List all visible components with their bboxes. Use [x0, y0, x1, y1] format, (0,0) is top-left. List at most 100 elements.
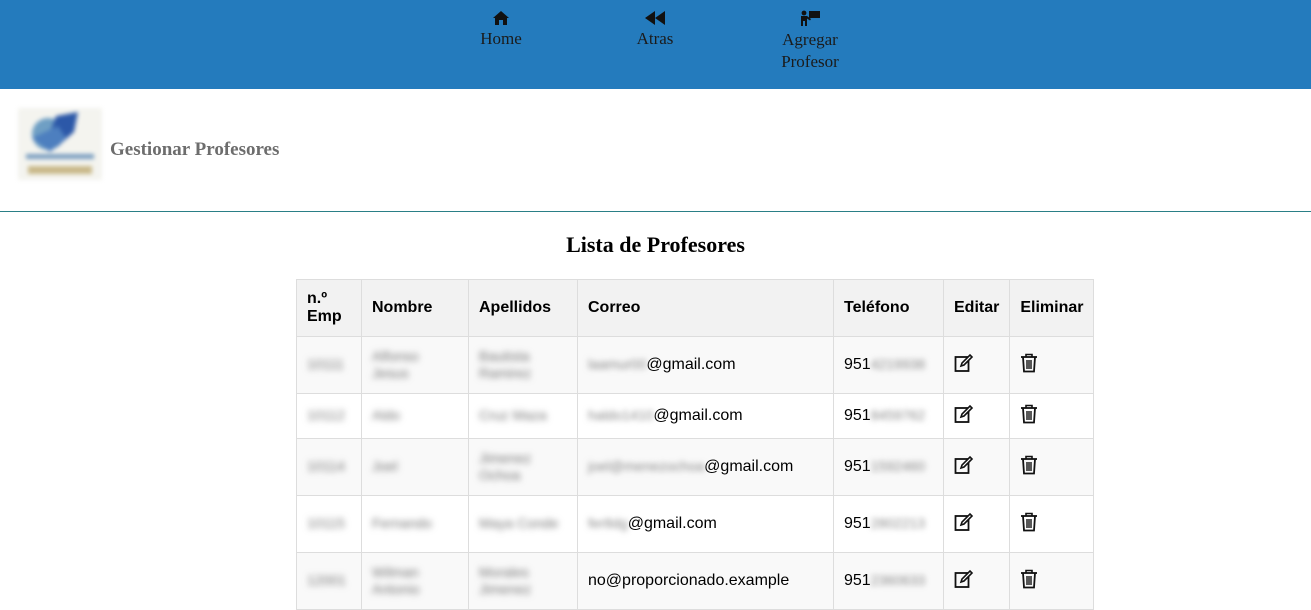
cell-emp: 10114 — [296, 438, 362, 496]
nombre-value: Wilman Antonio — [372, 563, 420, 597]
nav-home-link[interactable]: Home — [441, 10, 561, 50]
emp-value: 10111 — [307, 356, 344, 372]
edit-button[interactable] — [954, 455, 974, 475]
emp-value: 10114 — [307, 458, 345, 474]
cell-telefono: 9512802213 — [833, 495, 944, 553]
delete-button[interactable] — [1020, 404, 1038, 424]
cell-nombre: Aldo — [361, 393, 469, 439]
cell-emp: 10112 — [296, 393, 362, 439]
edit-icon — [954, 353, 974, 372]
column-header-correo: Correo — [577, 279, 834, 337]
delete-button[interactable] — [1020, 353, 1038, 373]
correo-domain: @gmail.com — [653, 407, 743, 424]
apellidos-value: Maya Conde — [479, 515, 559, 531]
correo-domain: @gmail.com — [704, 458, 794, 475]
telefono-prefix: 951 — [844, 515, 871, 532]
page-header: Gestionar Profesores — [0, 89, 1311, 212]
column-header-apellidos: Apellidos — [468, 279, 578, 337]
cell-correo: laamur00@gmail.com — [577, 336, 834, 394]
cell-eliminar — [1009, 438, 1095, 496]
cell-eliminar — [1009, 495, 1095, 553]
emp-value: 12001 — [307, 572, 346, 588]
cell-editar — [942, 393, 1011, 439]
correo-user: joel@menezochoa — [588, 458, 705, 474]
teacher-board-icon — [801, 10, 820, 26]
apellidos-value: Bautista Ramirez — [479, 347, 532, 381]
emp-value: 10112 — [307, 407, 345, 423]
cell-editar — [942, 552, 1011, 610]
edit-icon — [954, 569, 974, 588]
trash-icon — [1021, 569, 1038, 588]
correo-domain: @gmail.com — [627, 515, 717, 532]
column-header-telefono: Teléfono — [833, 279, 944, 337]
nombre-value: Aldo — [372, 407, 401, 423]
telefono-rest: 8459762 — [870, 407, 926, 423]
nombre-value: Joel — [372, 458, 398, 474]
correo-user: fer8dg — [588, 515, 628, 531]
edit-button[interactable] — [954, 404, 974, 424]
correo-domain: no@proporcionado.example — [588, 572, 790, 589]
cell-nombre: Alfonso Jesus — [361, 336, 469, 394]
edit-button[interactable] — [954, 569, 974, 589]
cell-apellidos: Maya Conde — [468, 495, 578, 553]
cell-emp: 12001 — [296, 552, 362, 610]
table-row: 10111 Alfonso Jesus Bautista Ramirez laa… — [296, 336, 1095, 394]
teachers-table: n.º Emp Nombre Apellidos Correo Teléfono… — [296, 279, 1095, 610]
telefono-prefix: 951 — [844, 572, 871, 589]
emp-value: 10115 — [307, 515, 345, 531]
cell-telefono: 9514219938 — [833, 336, 944, 394]
cell-nombre: Joel — [361, 438, 469, 496]
delete-button[interactable] — [1020, 512, 1038, 532]
cell-apellidos: Morales Jimenez — [468, 552, 578, 610]
trash-icon — [1021, 404, 1038, 423]
table-row: 10114 Joel Jimenez Ochoa joel@menezochoa… — [296, 438, 1095, 496]
edit-icon — [954, 404, 974, 423]
cell-correo: fer8dg@gmail.com — [577, 495, 834, 553]
apellidos-value: Morales Jimenez — [479, 563, 532, 597]
telefono-prefix: 951 — [844, 356, 871, 373]
apellidos-value: Jimenez Ochoa — [479, 449, 532, 483]
correo-user: haldo1410 — [588, 407, 654, 423]
cell-nombre: Fernando — [361, 495, 469, 553]
nav-back-link[interactable]: Atras — [595, 10, 715, 50]
cell-telefono: 9518459762 — [833, 393, 944, 439]
cell-apellidos: Bautista Ramirez — [468, 336, 578, 394]
edit-icon — [954, 512, 974, 531]
top-navigation-bar: Home Atras Agregar Profesor — [0, 0, 1311, 89]
edit-button[interactable] — [954, 353, 974, 373]
cell-correo: no@proporcionado.example — [577, 552, 834, 610]
trash-icon — [1021, 353, 1038, 372]
cell-telefono: 9512360633 — [833, 552, 944, 610]
edit-button[interactable] — [954, 512, 974, 532]
cell-eliminar — [1009, 552, 1095, 610]
cell-nombre: Wilman Antonio — [361, 552, 469, 610]
edit-icon — [954, 455, 974, 474]
delete-button[interactable] — [1020, 455, 1038, 475]
cell-correo: haldo1410@gmail.com — [577, 393, 834, 439]
nav-add-label-line2: Profesor — [781, 52, 839, 71]
cell-apellidos: Cruz Maza — [468, 393, 578, 439]
column-header-emp: n.º Emp — [296, 279, 362, 337]
cell-telefono: 9511592460 — [833, 438, 944, 496]
table-header-row: n.º Emp Nombre Apellidos Correo Teléfono… — [296, 279, 1095, 337]
trash-icon — [1021, 512, 1038, 531]
nav-add-teacher-link[interactable]: Agregar Profesor — [750, 10, 870, 73]
cell-eliminar — [1009, 336, 1095, 394]
telefono-rest: 2360633 — [870, 572, 926, 588]
telefono-rest: 4219938 — [870, 356, 926, 372]
nav-home-label: Home — [480, 29, 522, 48]
column-header-emp-line1: n.º — [307, 290, 328, 307]
cell-apellidos: Jimenez Ochoa — [468, 438, 578, 496]
nombre-value: Fernando — [372, 515, 432, 531]
delete-button[interactable] — [1020, 569, 1038, 589]
column-header-nombre: Nombre — [361, 279, 469, 337]
correo-domain: @gmail.com — [646, 356, 736, 373]
column-header-emp-line2: Emp — [307, 308, 342, 325]
nav-back-label: Atras — [636, 29, 674, 48]
column-header-eliminar: Eliminar — [1009, 279, 1095, 337]
telefono-rest: 1592460 — [870, 458, 926, 474]
cell-emp: 10111 — [296, 336, 362, 394]
correo-user: laamur00 — [588, 356, 647, 372]
home-icon — [493, 11, 509, 25]
telefono-prefix: 951 — [844, 407, 871, 424]
